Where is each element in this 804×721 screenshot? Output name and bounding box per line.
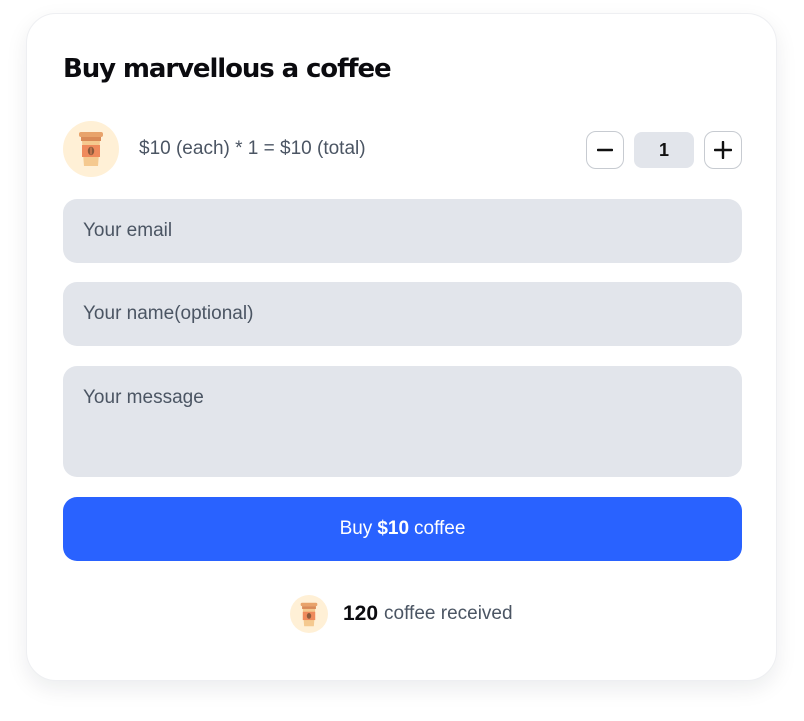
coffee-cup-icon [63,121,119,177]
buy-coffee-card: Buy marvellous a coffee $10 (each) * 1 =… [26,13,777,681]
received-label: coffee received [384,603,513,624]
decrement-button[interactable] [586,131,624,169]
widget-title: Buy marvellous a coffee [63,54,392,84]
received-count: 120 [343,602,379,625]
coffee-cup-icon [290,595,328,633]
quantity-stepper: 1 [586,131,742,169]
price-summary: $10 (each) * 1 = $10 (total) [139,138,366,159]
price-row: $10 (each) * 1 = $10 (total) 1 [63,121,742,177]
increment-button[interactable] [704,131,742,169]
buy-button-amount: $10 [377,518,410,539]
buy-button-prefix: Buy [339,518,373,539]
name-field[interactable] [63,282,742,346]
buy-coffee-button[interactable]: Buy $10 coffee [63,497,742,561]
minus-icon [597,148,613,152]
plus-icon [714,141,732,159]
buy-button-suffix: coffee [414,518,466,539]
message-field[interactable] [63,366,742,477]
coffee-received-summary: 120 coffee received [290,595,513,633]
quantity-value[interactable]: 1 [634,132,694,168]
email-field[interactable] [63,199,742,263]
